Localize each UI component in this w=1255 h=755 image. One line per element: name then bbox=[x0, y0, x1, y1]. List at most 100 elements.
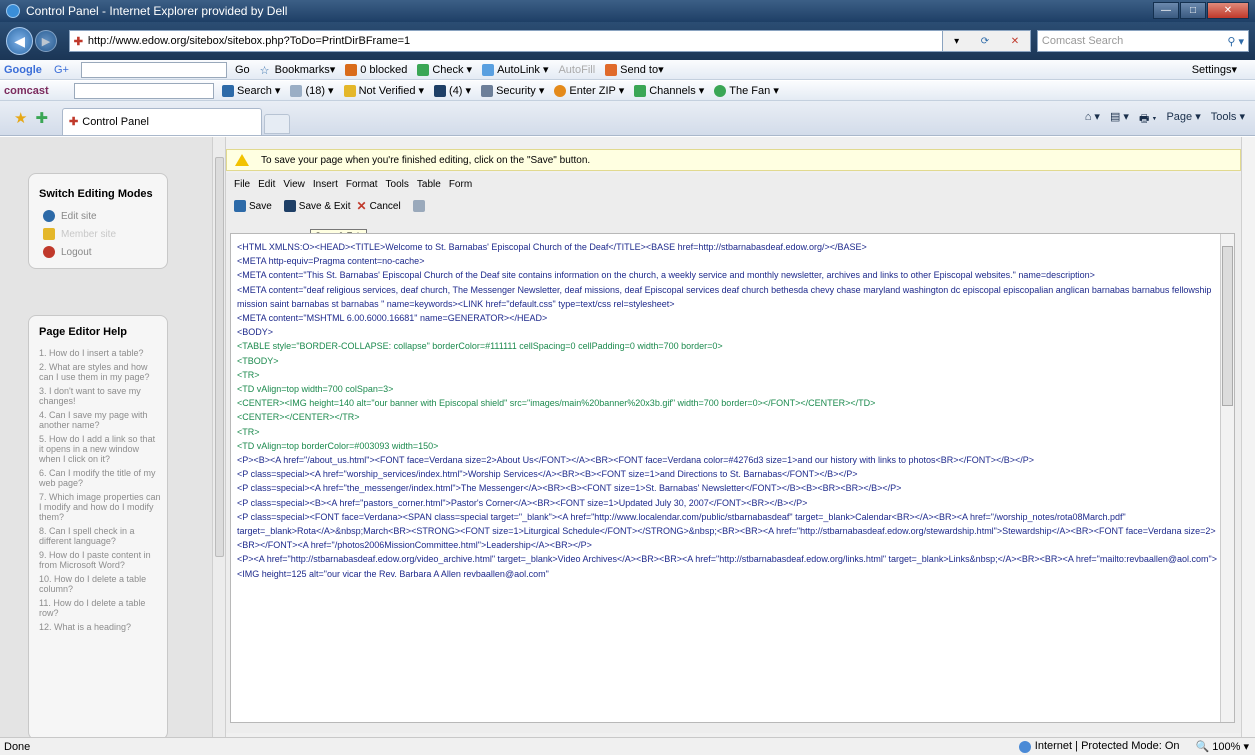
code-line[interactable]: <P class=special><A href="the_messenger/… bbox=[237, 481, 1217, 495]
editor-scrollbar[interactable] bbox=[1220, 234, 1234, 722]
search-input[interactable]: Comcast Search ⚲ ▾ bbox=[1036, 30, 1249, 52]
code-line[interactable]: <HTML XMLNS:O><HEAD><TITLE>Welcome to St… bbox=[237, 240, 1217, 254]
scrollbar-thumb[interactable] bbox=[215, 157, 224, 557]
url-field[interactable]: ✚ http://www.edow.org/sitebox/sitebox.ph… bbox=[68, 30, 944, 52]
home-button[interactable]: ⌂ ▾ bbox=[1085, 110, 1100, 129]
html-source-editor[interactable]: <HTML XMLNS:O><HEAD><TITLE>Welcome to St… bbox=[230, 233, 1235, 723]
code-line[interactable]: <TR> bbox=[237, 425, 1217, 439]
editor-scrollbar-thumb[interactable] bbox=[1222, 246, 1233, 406]
comcast-tv-button[interactable]: (4) ▾ bbox=[434, 84, 471, 97]
stop-icon[interactable]: ✕ bbox=[1011, 36, 1019, 47]
dropdown-icon[interactable]: ▾ bbox=[954, 36, 959, 47]
help-item[interactable]: 9. How do I paste content in from Micros… bbox=[39, 550, 161, 570]
help-item[interactable]: 8. Can I spell check in a different lang… bbox=[39, 526, 161, 546]
google-menu[interactable]: G+ bbox=[54, 64, 69, 76]
thefan-button[interactable]: The Fan ▾ bbox=[714, 84, 779, 97]
menu-view[interactable]: View bbox=[283, 179, 305, 190]
comcast-mail-button[interactable]: (18) ▾ bbox=[290, 84, 334, 97]
close-button[interactable]: ✕ bbox=[1207, 2, 1249, 19]
favorites-star-icon[interactable]: ★ bbox=[14, 109, 27, 127]
save-exit-button[interactable]: Save & Exit bbox=[283, 200, 351, 212]
mode-logout[interactable]: Logout bbox=[43, 246, 167, 258]
code-line[interactable]: <META http-equiv=Pragma content=no-cache… bbox=[237, 254, 1217, 268]
code-line[interactable]: <META content="This St. Barnabas' Episco… bbox=[237, 268, 1217, 282]
code-line[interactable]: <P class=special><B><A href="pastors_cor… bbox=[237, 496, 1217, 510]
menu-form[interactable]: Form bbox=[449, 179, 472, 190]
zone-indicator[interactable]: Internet | Protected Mode: On bbox=[1018, 740, 1180, 753]
help-item[interactable]: 12. What is a heading? bbox=[39, 622, 161, 632]
code-line[interactable]: <TD vAlign=top width=700 colSpan=3> bbox=[237, 382, 1217, 396]
security-button[interactable]: Security ▾ bbox=[481, 84, 544, 97]
code-line[interactable]: <CENTER></CENTER></TR> bbox=[237, 410, 1217, 424]
help-item[interactable]: 7. Which image properties can I modify a… bbox=[39, 492, 161, 522]
code-line[interactable]: <P><B><A href="/about_us.html"><FONT fac… bbox=[237, 453, 1217, 467]
menu-file[interactable]: File bbox=[234, 179, 250, 190]
feeds-button[interactable]: ▤ ▾ bbox=[1110, 110, 1129, 129]
new-tab-button[interactable] bbox=[264, 114, 291, 134]
back-button[interactable]: ◀ bbox=[6, 27, 34, 55]
page-scrollbar[interactable] bbox=[1241, 137, 1255, 737]
menu-insert[interactable]: Insert bbox=[313, 179, 338, 190]
go-button[interactable]: Go bbox=[235, 64, 250, 76]
popup-blocked-button[interactable]: 0 blocked bbox=[345, 63, 407, 76]
bookmarks-button[interactable]: ☆ Bookmarks▾ bbox=[260, 63, 336, 77]
google-search-input[interactable] bbox=[80, 61, 227, 78]
code-line[interactable]: <TD vAlign=top borderColor=#003093 width… bbox=[237, 439, 1217, 453]
help-item[interactable]: 10. How do I delete a table column? bbox=[39, 574, 161, 594]
code-line[interactable]: <BODY> bbox=[237, 325, 1217, 339]
code-line[interactable]: <TABLE style="BORDER-COLLAPSE: collapse"… bbox=[237, 339, 1217, 353]
zip-button[interactable]: Enter ZIP ▾ bbox=[554, 84, 624, 97]
search-icon[interactable]: ⚲ ▾ bbox=[1227, 35, 1244, 48]
menu-table[interactable]: Table bbox=[417, 179, 441, 190]
help-item[interactable]: 5. How do I add a link so that it opens … bbox=[39, 434, 161, 464]
add-favorites-icon[interactable]: ✚ bbox=[35, 109, 48, 127]
menu-tools[interactable]: Tools bbox=[386, 179, 409, 190]
not-verified-button[interactable]: Not Verified ▾ bbox=[343, 84, 424, 97]
code-line[interactable]: <P class=special><FONT face=Verdana><SPA… bbox=[237, 510, 1217, 553]
source-icon bbox=[412, 200, 425, 212]
mode-member-site[interactable]: Member site bbox=[43, 228, 167, 240]
code-line[interactable]: <META content="MSHTML 6.00.6000.16681" n… bbox=[237, 311, 1217, 325]
code-line[interactable]: <TBODY> bbox=[237, 354, 1217, 368]
code-line[interactable]: <P><A href="http://stbarnabasdeaf.edow.o… bbox=[237, 552, 1217, 580]
source-toggle-button[interactable] bbox=[412, 200, 428, 212]
save-button[interactable]: Save bbox=[234, 200, 272, 212]
channels-button[interactable]: Channels ▾ bbox=[634, 84, 704, 97]
tab-control-panel[interactable]: ✚ Control Panel bbox=[62, 107, 263, 135]
help-item[interactable]: 1. How do I insert a table? bbox=[39, 348, 161, 358]
comcast-search-button[interactable]: Search ▾ bbox=[222, 84, 280, 97]
refresh-icon[interactable]: ⟳ bbox=[981, 36, 989, 47]
menu-edit[interactable]: Edit bbox=[258, 179, 275, 190]
forward-button[interactable]: ▶ bbox=[35, 30, 57, 52]
print-button[interactable]: 🖶 ▾ bbox=[1139, 110, 1157, 129]
tools-menu-button[interactable]: Tools ▾ bbox=[1211, 110, 1245, 129]
code-line[interactable]: <P class=special><A href="worship_servic… bbox=[237, 467, 1217, 481]
mode-edit-site[interactable]: Edit site bbox=[43, 210, 167, 222]
code-line[interactable]: <META content="deaf religious services, … bbox=[237, 283, 1217, 311]
autolink-button[interactable]: AutoLink ▾ bbox=[482, 63, 548, 76]
modes-title: Switch Editing Modes bbox=[39, 188, 153, 200]
code-line[interactable]: <TR> bbox=[237, 368, 1217, 382]
comcast-search-input[interactable] bbox=[74, 82, 214, 99]
tab-row: ★ ✚ ✚ Control Panel bbox=[0, 101, 1255, 136]
status-text: Done bbox=[4, 740, 31, 753]
code-line[interactable]: <CENTER><IMG height=140 alt="our banner … bbox=[237, 396, 1217, 410]
google-settings-button[interactable]: Settings▾ bbox=[1192, 63, 1237, 76]
help-item[interactable]: 6. Can I modify the title of my web page… bbox=[39, 468, 161, 488]
help-item[interactable]: 3. I don't want to save my changes! bbox=[39, 386, 161, 406]
cancel-button[interactable]: ✕ Cancel bbox=[357, 199, 401, 213]
autofill-button[interactable]: AutoFill bbox=[558, 64, 595, 76]
help-item[interactable]: 4. Can I save my page with another name? bbox=[39, 410, 161, 430]
zoom-control[interactable]: 🔍 100% ▾ bbox=[1196, 740, 1249, 753]
page-menu-button[interactable]: Page ▾ bbox=[1166, 110, 1200, 129]
frame-splitter-scrollbar[interactable] bbox=[212, 137, 226, 737]
minimize-button[interactable]: — bbox=[1153, 2, 1179, 19]
help-item[interactable]: 11. How do I delete a table row? bbox=[39, 598, 161, 618]
maximize-button[interactable]: □ bbox=[1180, 2, 1206, 19]
help-item[interactable]: 2. What are styles and how can I use the… bbox=[39, 362, 161, 382]
check-button[interactable]: Check ▾ bbox=[417, 63, 472, 76]
sendto-button[interactable]: Send to▾ bbox=[605, 63, 664, 76]
menu-format[interactable]: Format bbox=[346, 179, 378, 190]
code-text[interactable]: <HTML XMLNS:O><HEAD><TITLE>Welcome to St… bbox=[237, 240, 1217, 581]
help-title: Page Editor Help bbox=[39, 326, 128, 338]
